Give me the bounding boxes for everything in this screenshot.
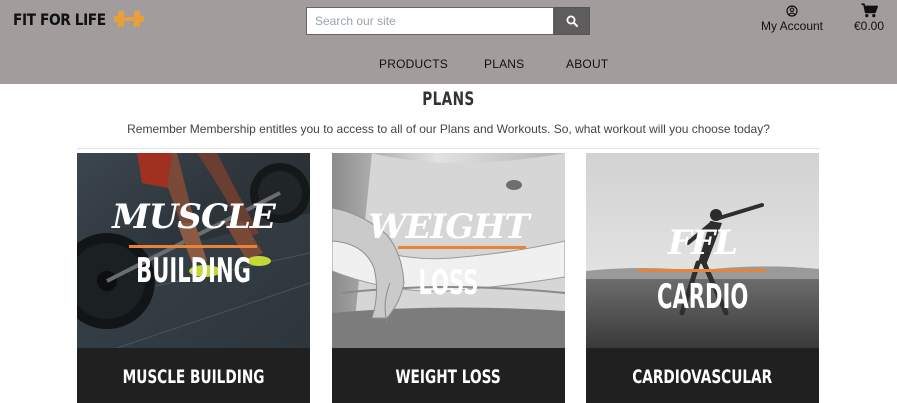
site-header: FIT FOR LIFE My Account [0,0,897,84]
user-circle-icon [786,5,798,17]
search-input[interactable] [306,7,554,35]
cart-total: €0.00 [853,19,885,33]
overlay-title-bottom: CARDIO [656,277,749,317]
plan-image-weight-loss: WEIGHT LOSS [332,153,565,348]
nav-item-about[interactable]: ABOUT [566,57,608,71]
plan-card-cardiovascular[interactable]: FFL CARDIO CARDIOVASCULAR [586,153,819,403]
logo-text: FIT FOR LIFE [13,9,106,29]
cart-link[interactable]: €0.00 [848,3,890,33]
site-logo[interactable]: FIT FOR LIFE [13,9,144,29]
page-subtitle: Remember Membership entitles you to acce… [127,122,770,136]
overlay-title-bottom: BUILDING [136,251,251,291]
plan-card-footer: WEIGHT LOSS [332,348,565,403]
plan-card-footer: MUSCLE BUILDING [77,348,310,403]
plan-label-muscle-building: MUSCLE BUILDING [122,366,265,388]
plan-label-cardiovascular: CARDIOVASCULAR [632,366,773,388]
search-icon [566,15,578,27]
search-button[interactable] [554,7,590,35]
overlay-accent-line [638,269,766,272]
nav-item-products[interactable]: PRODUCTS [379,57,448,71]
overlay-title-bottom: LOSS [418,263,479,303]
overlay-title-top: WEIGHT [368,207,529,247]
page-title: PLANS [422,88,475,110]
overlay-accent-line [398,246,526,249]
weight-loss-photo [332,153,565,348]
my-account-link[interactable]: My Account [757,5,827,33]
overlay-accent-line [129,245,257,248]
main-nav: PRODUCTS PLANS ABOUT [0,57,897,71]
plan-label-weight-loss: WEIGHT LOSS [395,366,502,388]
plan-card-weight-loss[interactable]: WEIGHT LOSS WEIGHT LOSS [332,153,565,403]
dumbbell-icon [113,11,144,27]
site-search [306,7,590,35]
plan-card-footer: CARDIOVASCULAR [586,348,819,403]
plan-image-cardiovascular: FFL CARDIO [586,153,819,348]
overlay-title-top: MUSCLE [112,197,276,237]
section-divider [77,148,820,149]
my-account-label: My Account [760,19,824,33]
nav-item-plans[interactable]: PLANS [484,57,524,71]
plan-card-muscle-building[interactable]: MUSCLE BUILDING MUSCLE BUILDING [77,153,310,403]
plan-image-muscle-building: MUSCLE BUILDING [77,153,310,348]
shopping-cart-icon [861,3,878,18]
overlay-title-top: FFL [667,223,738,263]
